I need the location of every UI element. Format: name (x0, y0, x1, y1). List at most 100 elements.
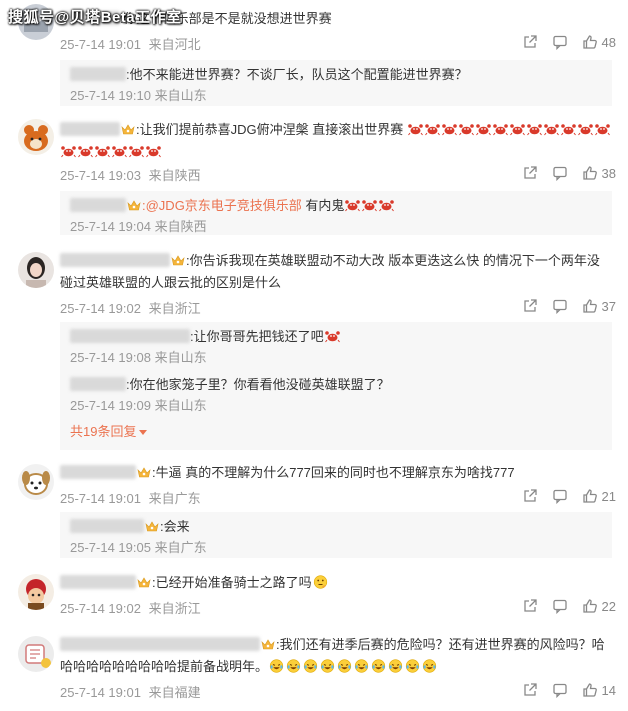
vip-crown-icon (121, 123, 135, 136)
thumbs-up-icon (582, 165, 598, 181)
comment-icon[interactable] (552, 165, 568, 181)
comment-icon[interactable] (552, 34, 568, 50)
like-count: 22 (601, 598, 616, 614)
username[interactable] (60, 575, 136, 589)
username[interactable] (60, 122, 120, 136)
reply-username[interactable] (70, 198, 126, 212)
share-icon[interactable] (522, 165, 538, 181)
crab-emoji-icon (459, 122, 474, 136)
comment-icon[interactable] (552, 598, 568, 614)
reply-username[interactable] (70, 377, 126, 391)
caret-down-icon (139, 430, 148, 435)
like-button[interactable]: 38 (582, 165, 616, 181)
username[interactable] (60, 637, 260, 651)
thumbs-up-icon (582, 488, 598, 504)
like-count: 21 (601, 488, 616, 504)
like-button[interactable]: 37 (582, 298, 616, 314)
reply-text: :会来 (160, 519, 190, 534)
reply-text: :他不来能进世界赛？不谈厂长，队员这个配置能进世界赛？ (126, 67, 468, 82)
comment-item: :你告诉我现在英雄联盟动不动大改 版本更迭这么快 的情况下一个两年没碰过英雄联盟… (0, 248, 628, 454)
reply-item: :让你哥哥先把钱还了吧 25-7-14 19:08 来自山东 (70, 326, 602, 374)
reply-location: 来自山东 (154, 88, 207, 103)
laugh-cry-emoji-icon (422, 659, 437, 673)
location: 来自福建 (148, 685, 201, 700)
timestamp: 25-7-14 19:01 (60, 37, 141, 52)
crab-emoji-icon (408, 122, 423, 136)
share-icon[interactable] (522, 488, 538, 504)
crab-emoji-icon (112, 144, 127, 158)
comment-meta: 25-7-14 19:01 来自广东 (60, 488, 205, 507)
crab-emoji-icon (476, 122, 491, 136)
crab-emoji-icon (578, 122, 593, 136)
watermark: 搜狐号@贝塔Beta工作室 (8, 9, 182, 26)
reply-timestamp: 25-7-14 19:08 (70, 350, 151, 365)
share-icon[interactable] (522, 34, 538, 50)
comment-icon[interactable] (552, 488, 568, 504)
comment-text: :已经开始准备骑士之路了吗 (60, 572, 612, 594)
reply-username[interactable] (70, 519, 144, 533)
like-button[interactable]: 48 (582, 34, 616, 50)
share-icon[interactable] (522, 598, 538, 614)
laugh-cry-emoji-icon (320, 659, 335, 673)
reply-timestamp: 25-7-14 19:05 (70, 540, 151, 555)
timestamp: 25-7-14 19:03 (60, 168, 141, 183)
like-button[interactable]: 14 (582, 682, 616, 698)
reply-username[interactable] (70, 67, 126, 81)
laugh-cry-emoji-icon (286, 659, 301, 673)
thumbs-up-icon (582, 598, 598, 614)
comment-item: :牛逼 真的不理解为什么777回来的同时也不理解京东为啥找777 25-7-14… (0, 462, 628, 566)
comment-item: :已经开始准备骑士之路了吗 25-7-14 19:02 来自浙江 22 (0, 572, 628, 626)
timestamp: 25-7-14 19:01 (60, 685, 141, 700)
comment-actions: 14 (522, 682, 616, 698)
comment-meta: 25-7-14 19:02 来自浙江 (60, 598, 205, 617)
reply-timestamp: 25-7-14 19:09 (70, 398, 151, 413)
comment-actions: 21 (522, 488, 616, 504)
reply-item: :他不来能进世界赛？不谈厂长，队员这个配置能进世界赛？ 25-7-14 19:1… (60, 60, 612, 106)
share-icon[interactable] (522, 298, 538, 314)
crab-emoji-icon (78, 144, 93, 158)
reply-location: 来自山东 (154, 398, 207, 413)
thinking-emoji-icon (313, 575, 328, 589)
like-button[interactable]: 22 (582, 598, 616, 614)
comment-icon[interactable] (552, 298, 568, 314)
reply-list: :让你哥哥先把钱还了吧 25-7-14 19:08 来自山东 :你在他家笼子里？… (60, 322, 612, 450)
reply-timestamp: 25-7-14 19:10 (70, 88, 151, 103)
avatar[interactable] (18, 464, 54, 500)
avatar[interactable] (18, 636, 54, 672)
like-count: 37 (601, 298, 616, 314)
username[interactable] (60, 253, 170, 267)
comment-item: :让我们提前恭喜JDG俯冲涅槃 直接滚出世界赛 25-7-14 19:03 来自… (0, 115, 628, 240)
laugh-cry-emoji-icon (371, 659, 386, 673)
avatar[interactable] (18, 574, 54, 610)
location: 来自河北 (148, 37, 201, 52)
laugh-cry-emoji-icon (269, 659, 284, 673)
comment-text: :我们还有进季后赛的危险吗？还有进世界赛的风险吗？哈哈哈哈哈哈哈哈哈哈提前备战明… (60, 637, 605, 674)
reply-timestamp: 25-7-14 19:04 (70, 219, 151, 234)
crab-emoji-icon (527, 122, 542, 136)
laugh-cry-emoji-icon (337, 659, 352, 673)
comment-item: :我们还有进季后赛的危险吗？还有进世界赛的风险吗？哈哈哈哈哈哈哈哈哈哈提前备战明… (0, 634, 628, 711)
reply-text: :让你哥哥先把钱还了吧 (190, 329, 324, 344)
avatar[interactable] (18, 252, 54, 288)
reply-item: :你在他家笼子里？你看看他没碰英雄联盟了？ 25-7-14 19:09 来自山东 (70, 374, 602, 422)
crab-emoji-icon (379, 198, 394, 212)
like-button[interactable]: 21 (582, 488, 616, 504)
more-replies-link[interactable]: 共19条回复 (70, 422, 602, 442)
mention-link[interactable]: :@JDG京东电子竞技俱乐部 (142, 198, 302, 213)
reply-username[interactable] (70, 329, 190, 343)
comment-icon[interactable] (552, 682, 568, 698)
reply-text: 有内鬼 (301, 198, 345, 213)
crab-emoji-icon (442, 122, 457, 136)
crab-emoji-icon (561, 122, 576, 136)
avatar[interactable] (18, 119, 54, 155)
reply-item: :@JDG京东电子竞技俱乐部 有内鬼 25-7-14 19:04 来自陕西 (60, 191, 612, 235)
reply-location: 来自山东 (154, 350, 207, 365)
crab-emoji-icon (362, 198, 377, 212)
thumbs-up-icon (582, 298, 598, 314)
laugh-cry-emoji-icon (303, 659, 318, 673)
crab-emoji-icon (425, 122, 440, 136)
username[interactable] (60, 465, 136, 479)
share-icon[interactable] (522, 682, 538, 698)
location: 来自浙江 (148, 601, 201, 616)
comment-actions: 38 (522, 165, 616, 181)
